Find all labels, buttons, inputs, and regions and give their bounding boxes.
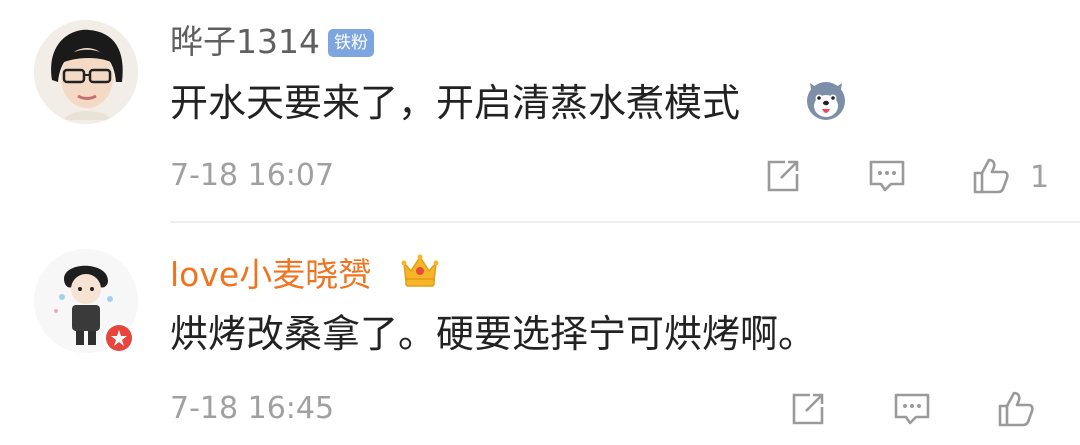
husky-dog-emoji: [807, 82, 845, 120]
timestamp: 7-18 16:45: [170, 391, 335, 426]
share-icon[interactable]: [788, 389, 828, 429]
timestamp: 7-18 16:07: [170, 158, 335, 193]
crown-icon: [401, 254, 439, 287]
share-icon[interactable]: [763, 156, 803, 196]
comment-icon[interactable]: [892, 389, 932, 429]
avatar[interactable]: [34, 20, 138, 124]
thumbs-up-icon[interactable]: [996, 389, 1036, 429]
username[interactable]: 晔子1314: [170, 22, 320, 62]
comment-text: 烘烤改桑拿了。硬要选择宁可烘烤啊。: [170, 312, 817, 356]
fan-badge: 铁粉: [328, 29, 374, 57]
comment-text: 开水天要来了，开启清蒸水煮模式: [170, 81, 741, 125]
like-count: 1: [1030, 160, 1050, 195]
username[interactable]: love小麦晓赟: [170, 255, 371, 295]
verified-badge-icon: [103, 322, 135, 354]
thumbs-up-icon[interactable]: [971, 156, 1011, 196]
comment-item: 晔子1314 铁粉 开水天要来了，开启清蒸水煮模式 7-18 16:07 1: [0, 0, 1080, 222]
comment-item: love小麦晓赟 烘烤改桑拿了。硬要选择宁可烘烤啊。 7-18 16:45: [0, 223, 1080, 445]
comment-icon[interactable]: [867, 156, 907, 196]
